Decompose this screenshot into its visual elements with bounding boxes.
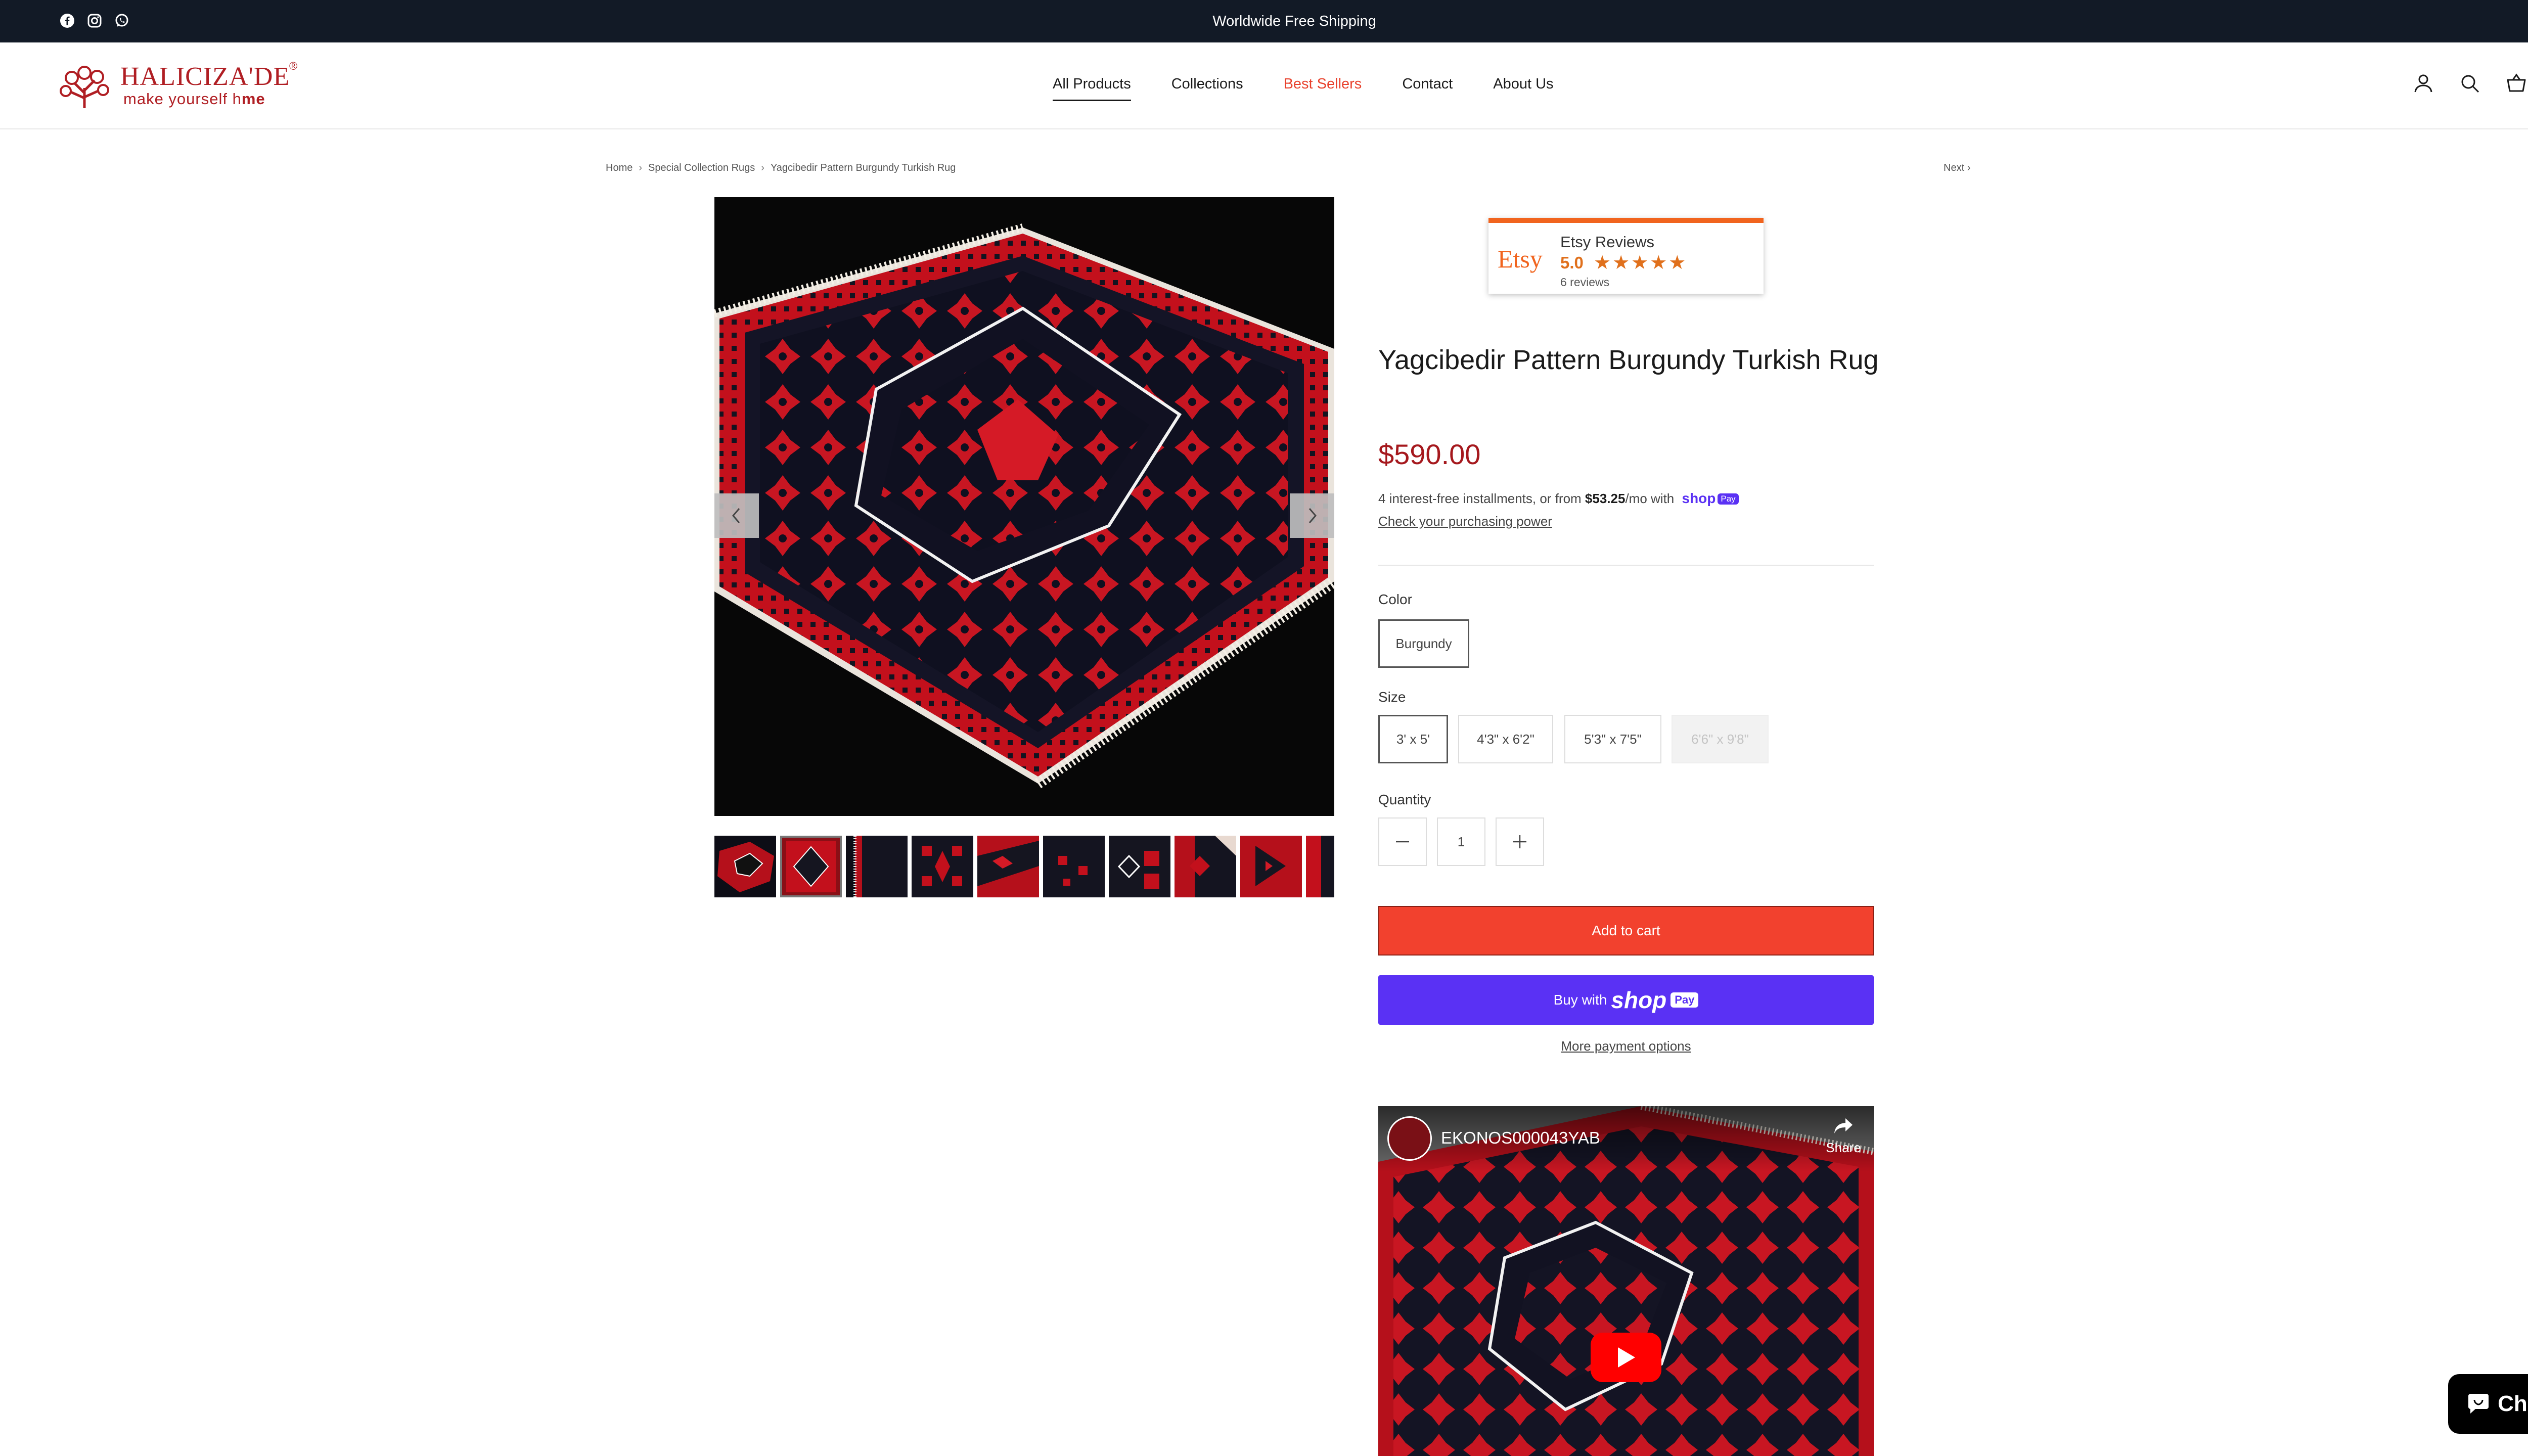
gallery-prev-button[interactable] (714, 493, 759, 538)
chevron-right-icon: › (761, 162, 764, 173)
buy-with-shop-pay-button[interactable]: Buy with shop Pay (1378, 975, 1874, 1025)
announcement-text: Worldwide Free Shipping (1212, 13, 1376, 29)
etsy-reviews-title: Etsy Reviews (1560, 233, 1655, 251)
channel-avatar[interactable] (1387, 1116, 1432, 1161)
shop-pay-logo: shop (1682, 490, 1716, 506)
etsy-logo: Etsy (1498, 245, 1543, 273)
share-icon (1834, 1118, 1853, 1133)
nav-about-us[interactable]: About Us (1493, 76, 1553, 101)
size-option-4x6[interactable]: 4'3" x 6'2" (1458, 715, 1553, 763)
product-image-main[interactable] (714, 197, 1334, 816)
size-option-5x7[interactable]: 5'3" x 7'5" (1564, 715, 1661, 763)
divider (1378, 565, 1874, 566)
thumbnail-strip (714, 836, 1334, 897)
thumbnail[interactable] (1306, 836, 1334, 897)
plus-icon (1513, 835, 1526, 848)
size-option-3x5[interactable]: 3' x 5' (1378, 715, 1448, 763)
thumbnail[interactable] (1043, 836, 1105, 897)
nav-all-products[interactable]: All Products (1053, 76, 1131, 101)
chat-icon (2468, 1394, 2489, 1414)
account-icon[interactable] (2413, 73, 2434, 94)
thumbnail[interactable] (780, 836, 842, 897)
chevron-left-icon (732, 508, 740, 523)
pay-badge: Pay (1718, 493, 1739, 505)
thumbnail[interactable] (977, 836, 1039, 897)
pay-badge: Pay (1671, 992, 1699, 1008)
etsy-review-count: 6 reviews (1560, 276, 1610, 289)
thumbnail[interactable] (1109, 836, 1170, 897)
header-icons (2413, 73, 2527, 94)
thumbnail[interactable] (1240, 836, 1302, 897)
play-icon (1618, 1347, 1635, 1368)
breadcrumb-home[interactable]: Home (606, 162, 633, 174)
size-label: Size (1378, 689, 1406, 705)
announcement-bar: Worldwide Free Shipping (0, 0, 2528, 42)
next-product-link[interactable]: Next › (1944, 162, 1970, 174)
breadcrumb: Home › Special Collection Rugs › Yagcibe… (606, 162, 956, 174)
breadcrumb-current: Yagcibedir Pattern Burgundy Turkish Rug (770, 162, 956, 173)
site-logo[interactable]: HALICIZA'DE ® make yourself hme (57, 60, 304, 110)
check-purchasing-power-link[interactable]: Check your purchasing power (1378, 514, 1552, 529)
video-share-button[interactable]: Share (1823, 1116, 1864, 1156)
search-icon[interactable] (2459, 73, 2480, 94)
product-price: $590.00 (1378, 438, 1481, 470)
video-title[interactable]: EKONOS000043YAB (1441, 1128, 1600, 1148)
minus-icon (1396, 841, 1409, 843)
installments-text: 4 interest-free installments, or from $5… (1378, 490, 1739, 507)
color-label: Color (1378, 592, 1412, 607)
thumbnail[interactable] (912, 836, 973, 897)
thumbnail[interactable] (1175, 836, 1236, 897)
chevron-right-icon (1308, 508, 1317, 523)
quantity-input[interactable]: 1 (1437, 817, 1485, 866)
chevron-right-icon: › (1967, 162, 1971, 173)
size-option-6x9-unavailable[interactable]: 6'6" x 9'8" (1672, 715, 1769, 763)
logo-name: HALICIZA'DE (120, 62, 290, 91)
main-nav: All Products Collections Best Sellers Co… (1053, 76, 1554, 101)
star-rating-icon: ★★★★★ (1594, 252, 1688, 274)
shop-logo: shop (1611, 987, 1667, 1013)
cart-icon[interactable] (2506, 73, 2527, 94)
thumbnail[interactable] (714, 836, 776, 897)
nav-collections[interactable]: Collections (1171, 76, 1243, 101)
etsy-score: 5.0 (1560, 253, 1584, 272)
site-header: HALICIZA'DE ® make yourself hme All Prod… (0, 42, 2528, 129)
breadcrumb-collection[interactable]: Special Collection Rugs (648, 162, 755, 174)
color-option-burgundy[interactable]: Burgundy (1378, 619, 1469, 668)
add-to-cart-button[interactable]: Add to cart (1378, 906, 1874, 956)
product-video-embed[interactable]: EKONOS000043YAB Share (1378, 1106, 1874, 1456)
video-play-button[interactable] (1591, 1333, 1661, 1382)
product-title: Yagcibedir Pattern Burgundy Turkish Rug (1378, 345, 1879, 375)
chevron-right-icon: › (639, 162, 643, 173)
quantity-decrease-button[interactable] (1378, 817, 1427, 866)
quantity-increase-button[interactable] (1496, 817, 1544, 866)
logo-tagline: make yourself hme (123, 90, 265, 108)
nav-best-sellers[interactable]: Best Sellers (1284, 76, 1362, 101)
etsy-reviews-badge[interactable]: Etsy Etsy Reviews 5.0 ★★★★★ 6 reviews (1488, 218, 1764, 294)
logo-registered-mark: ® (289, 60, 298, 72)
thumbnail[interactable] (846, 836, 908, 897)
quantity-label: Quantity (1378, 792, 1431, 807)
chat-button[interactable]: Chat (2448, 1374, 2528, 1434)
gallery-next-button[interactable] (1290, 493, 1334, 538)
nav-contact[interactable]: Contact (1402, 76, 1453, 101)
more-payment-options-link[interactable]: More payment options (1378, 1038, 1874, 1054)
